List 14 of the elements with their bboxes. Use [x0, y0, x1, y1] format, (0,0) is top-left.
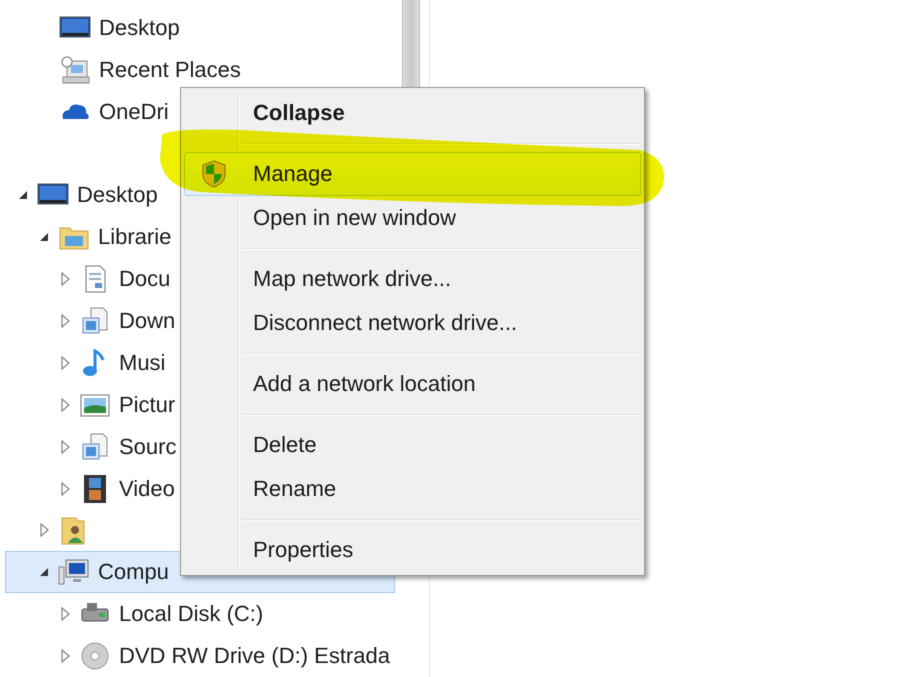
favorites-item-label: Recent Places [99, 56, 241, 83]
tree-item-label: Sourc [119, 434, 176, 460]
tree-item-label: Down [119, 308, 176, 334]
tree-item-label: Musi [119, 350, 166, 376]
tree-item-label: Local Disk (C:) [119, 601, 264, 628]
favorites-item-label: OneDri [99, 98, 169, 125]
tree-item-label: Librarie [98, 224, 172, 250]
tree-item-label: Docu [119, 266, 170, 292]
favorites-item-label: Desktop [99, 14, 180, 41]
tree-item-label: Compu [98, 559, 169, 586]
tree-item-label: DVD RW Drive (D:) Estrada [119, 643, 390, 670]
tree-item-label: Pictur [119, 392, 176, 418]
tree-item-label: Video [119, 476, 175, 502]
tree-item-label: Desktop [77, 182, 158, 208]
